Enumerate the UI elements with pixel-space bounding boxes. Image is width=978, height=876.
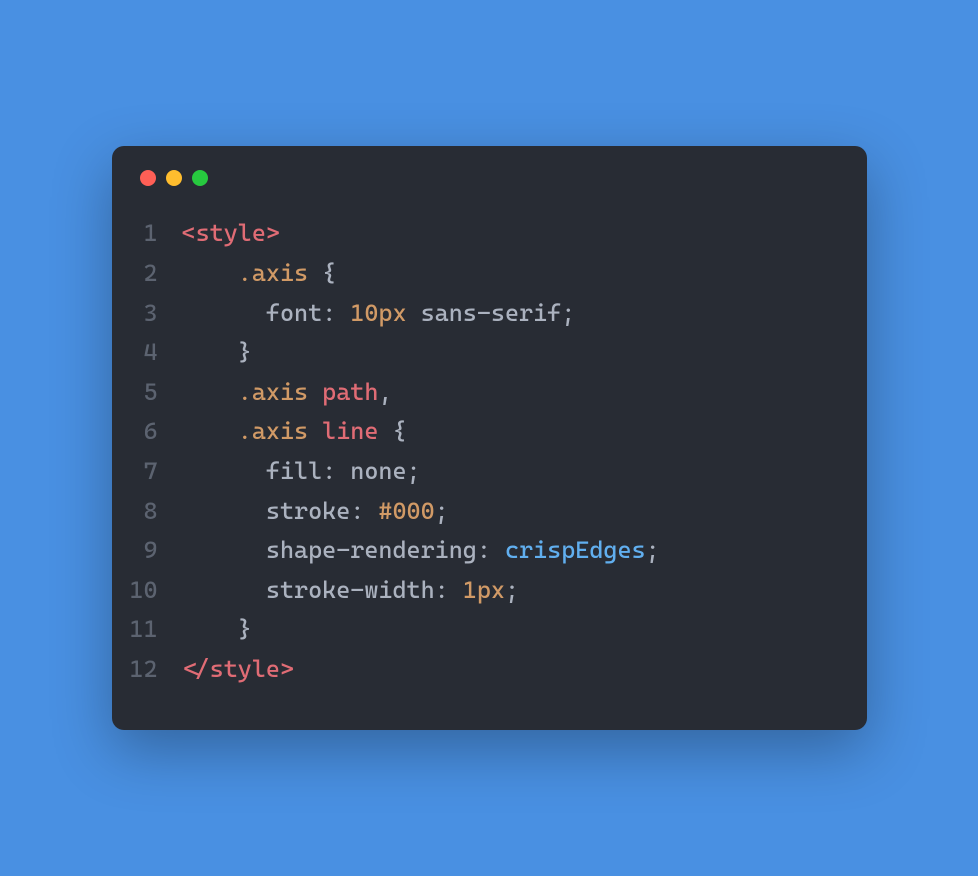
code-token: path: [322, 378, 378, 406]
code-editor[interactable]: 1<style>2 .axis {3 font: 10px sans-serif…: [112, 214, 867, 689]
code-token: 10px: [350, 299, 406, 327]
code-line: 5 .axis path,: [112, 373, 839, 413]
minimize-icon[interactable]: [166, 170, 182, 186]
code-line: 1<style>: [112, 214, 839, 254]
code-token: #000: [378, 497, 434, 525]
code-token: :: [322, 299, 350, 327]
code-token: ;: [646, 536, 660, 564]
code-token: :: [477, 536, 505, 564]
code-token: crispEdges: [505, 536, 646, 564]
code-line: 6 .axis line {: [112, 412, 839, 452]
code-content: }: [182, 610, 839, 650]
code-token: : none;: [322, 457, 420, 485]
code-line: 7 fill: none;: [112, 452, 839, 492]
code-indent: [182, 615, 238, 643]
code-token: {: [308, 259, 336, 287]
code-content: font: 10px sans-serif;: [182, 294, 839, 334]
line-number: 11: [112, 610, 182, 650]
code-token: ,: [378, 378, 392, 406]
line-number: 7: [112, 452, 182, 492]
code-token: <style>: [182, 219, 280, 247]
code-content: stroke: #000;: [182, 492, 839, 532]
code-content: </style>: [182, 650, 839, 690]
code-indent: [182, 259, 238, 287]
code-content: <style>: [182, 214, 839, 254]
code-token: [308, 378, 322, 406]
code-content: fill: none;: [182, 452, 839, 492]
code-indent: [182, 536, 266, 564]
code-indent: [182, 457, 266, 485]
code-token: fill: [266, 457, 322, 485]
line-number: 6: [112, 412, 182, 452]
code-token: ;: [435, 497, 449, 525]
code-token: .axis: [238, 417, 308, 445]
code-indent: [182, 417, 238, 445]
code-token: shape-rendering: [266, 536, 477, 564]
line-number: 4: [112, 333, 182, 373]
code-content: stroke-width: 1px;: [182, 571, 839, 611]
maximize-icon[interactable]: [192, 170, 208, 186]
code-content: .axis line {: [182, 412, 839, 452]
line-number: 2: [112, 254, 182, 294]
code-token: 1px: [463, 576, 505, 604]
line-number: 1: [112, 214, 182, 254]
window-controls: [112, 170, 867, 214]
code-line: 10 stroke-width: 1px;: [112, 571, 839, 611]
code-token: line: [322, 417, 378, 445]
code-indent: [182, 497, 266, 525]
code-indent: [182, 338, 238, 366]
code-indent: [182, 576, 266, 604]
code-token: font: [266, 299, 322, 327]
line-number: 8: [112, 492, 182, 532]
line-number: 12: [112, 650, 182, 690]
code-window: 1<style>2 .axis {3 font: 10px sans-serif…: [112, 146, 867, 729]
code-token: {: [378, 417, 406, 445]
code-line: 4 }: [112, 333, 839, 373]
code-token: [308, 417, 322, 445]
code-line: 12</style>: [112, 650, 839, 690]
code-token: ;: [505, 576, 519, 604]
line-number: 5: [112, 373, 182, 413]
code-content: }: [182, 333, 839, 373]
code-line: 3 font: 10px sans-serif;: [112, 294, 839, 334]
code-token: :: [350, 497, 378, 525]
code-line: 9 shape-rendering: crispEdges;: [112, 531, 839, 571]
code-token: :: [435, 576, 463, 604]
code-line: 2 .axis {: [112, 254, 839, 294]
code-token: sans-serif;: [407, 299, 576, 327]
line-number: 9: [112, 531, 182, 571]
code-indent: [182, 299, 266, 327]
code-content: .axis path,: [182, 373, 839, 413]
code-token: stroke: [266, 497, 350, 525]
code-line: 8 stroke: #000;: [112, 492, 839, 532]
code-token: }: [238, 338, 252, 366]
code-indent: [182, 378, 238, 406]
code-token: stroke-width: [266, 576, 435, 604]
code-content: shape-rendering: crispEdges;: [182, 531, 839, 571]
line-number: 3: [112, 294, 182, 334]
code-token: .axis: [238, 259, 308, 287]
code-line: 11 }: [112, 610, 839, 650]
code-token: }: [238, 615, 252, 643]
line-number: 10: [112, 571, 182, 611]
code-token: .axis: [238, 378, 308, 406]
code-content: .axis {: [182, 254, 839, 294]
close-icon[interactable]: [140, 170, 156, 186]
code-token: </style>: [182, 655, 295, 683]
